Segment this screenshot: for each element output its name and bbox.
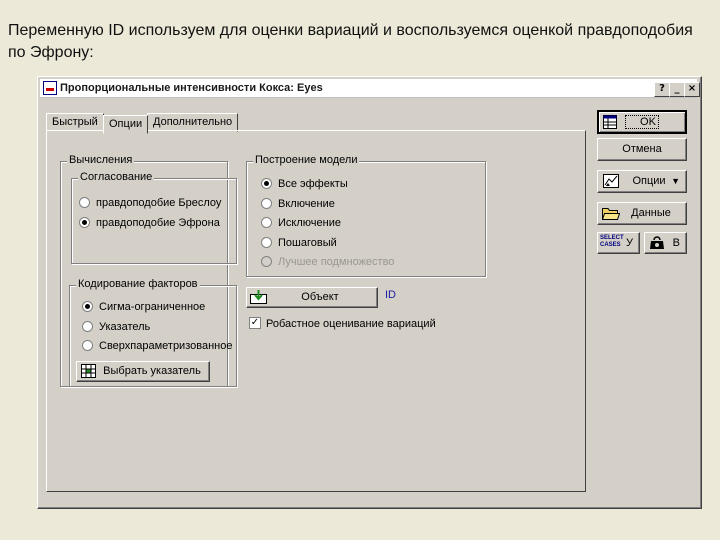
dialog-window: Пропорциональные интенсивности Кокса: Ey… xyxy=(37,76,702,509)
model-building-group-label: Построение модели xyxy=(253,154,360,166)
grid-icon xyxy=(81,364,96,378)
radio-indicator-coding[interactable]: Указатель xyxy=(82,320,150,334)
object-button[interactable]: Объект xyxy=(246,287,378,308)
radio-indicator-selected xyxy=(79,216,90,228)
radio-forward[interactable]: Включение xyxy=(261,197,335,211)
import-icon xyxy=(250,290,267,304)
minimize-button[interactable]: _ xyxy=(669,82,685,97)
window-title: Пропорциональные интенсивности Кокса: Ey… xyxy=(60,82,323,94)
radio-indicator xyxy=(82,320,93,332)
ok-label: OK xyxy=(625,115,659,129)
robust-variance-label: Робастное оценивание вариаций xyxy=(266,318,436,330)
radio-indicator xyxy=(261,216,272,228)
close-button[interactable]: × xyxy=(684,82,700,97)
radio-indicator xyxy=(261,255,272,267)
title-bar: Пропорциональные интенсивности Кокса: Ey… xyxy=(40,79,700,98)
table-icon xyxy=(603,115,617,129)
options-button[interactable]: Опции ▼ xyxy=(597,170,687,193)
check-icon: ✓ xyxy=(249,317,261,330)
chart-options-icon xyxy=(603,174,619,188)
radio-best-subset: Лучшее подмножество xyxy=(261,255,394,269)
folder-icon xyxy=(602,208,620,220)
radio-breslow-label: правдоподобие Бреслоу xyxy=(96,197,222,209)
data-button[interactable]: Данные xyxy=(597,202,687,225)
radio-overparameterized[interactable]: Сверхпараметризованное xyxy=(82,339,232,353)
radio-indicator xyxy=(261,236,272,248)
radio-indicator xyxy=(79,196,90,208)
radio-sigma-label: Сигма-ограниченное xyxy=(99,301,206,313)
slide-caption: Переменную ID используем для оценки вари… xyxy=(8,22,693,61)
radio-indicator-selected xyxy=(261,177,272,189)
radio-forward-label: Включение xyxy=(278,198,335,210)
select-indicator-button[interactable]: Выбрать указатель xyxy=(76,361,210,382)
radio-stepwise[interactable]: Пошаговый xyxy=(261,236,337,250)
radio-indicator xyxy=(261,197,272,209)
agreement-group: Согласование правдоподобие Бреслоу правд… xyxy=(71,171,237,264)
cancel-button[interactable]: Отмена xyxy=(597,138,687,161)
select-cases-button[interactable]: SELECT CASES У xyxy=(597,232,640,254)
select-indicator-label: Выбрать указатель xyxy=(103,365,201,377)
weight-button[interactable]: В xyxy=(644,232,687,254)
factor-coding-group: Кодирование факторов Сигма-ограниченное … xyxy=(69,278,237,387)
help-button[interactable]: ? xyxy=(654,82,670,97)
options-panel: Вычисления Согласование правдоподобие Бр… xyxy=(46,130,586,492)
select-cases-label: У xyxy=(626,237,633,249)
cancel-label: Отмена xyxy=(622,143,662,155)
weight-label: В xyxy=(672,237,680,249)
calculations-group-label: Вычисления xyxy=(67,154,135,166)
weight-icon xyxy=(650,236,664,249)
radio-backward[interactable]: Исключение xyxy=(261,216,341,230)
radio-indicator xyxy=(82,339,93,351)
object-value: ID xyxy=(385,289,396,301)
model-building-group: Построение модели Все эффекты Включение … xyxy=(246,154,486,277)
radio-backward-label: Исключение xyxy=(278,217,341,229)
radio-sigma-restricted[interactable]: Сигма-ограниченное xyxy=(82,300,205,314)
tab-options[interactable]: Опции xyxy=(103,115,149,134)
app-icon xyxy=(43,81,57,95)
radio-all-effects-label: Все эффекты xyxy=(278,178,348,190)
dropdown-arrow-icon: ▼ xyxy=(671,176,680,186)
data-label: Данные xyxy=(631,207,671,219)
radio-overparameterized-label: Сверхпараметризованное xyxy=(99,340,233,352)
radio-stepwise-label: Пошаговый xyxy=(278,237,337,249)
radio-best-subset-label: Лучшее подмножество xyxy=(278,256,395,268)
radio-indicator-coding-label: Указатель xyxy=(99,321,151,333)
robust-variance-checkbox[interactable]: ✓ Робастное оценивание вариаций xyxy=(249,317,436,331)
ok-button[interactable]: OK xyxy=(597,110,687,134)
radio-indicator-selected xyxy=(82,300,93,312)
radio-breslow[interactable]: правдоподобие Бреслоу xyxy=(79,196,221,210)
factor-coding-group-label: Кодирование факторов xyxy=(76,278,200,290)
radio-efron[interactable]: правдоподобие Эфрона xyxy=(79,216,220,230)
options-label: Опции xyxy=(632,175,666,187)
agreement-group-label: Согласование xyxy=(78,171,155,183)
object-button-label: Объект xyxy=(301,291,339,303)
select-cases-icon: SELECT CASES xyxy=(600,235,624,248)
radio-efron-label: правдоподобие Эфрона xyxy=(96,217,220,229)
radio-all-effects[interactable]: Все эффекты xyxy=(261,177,348,191)
